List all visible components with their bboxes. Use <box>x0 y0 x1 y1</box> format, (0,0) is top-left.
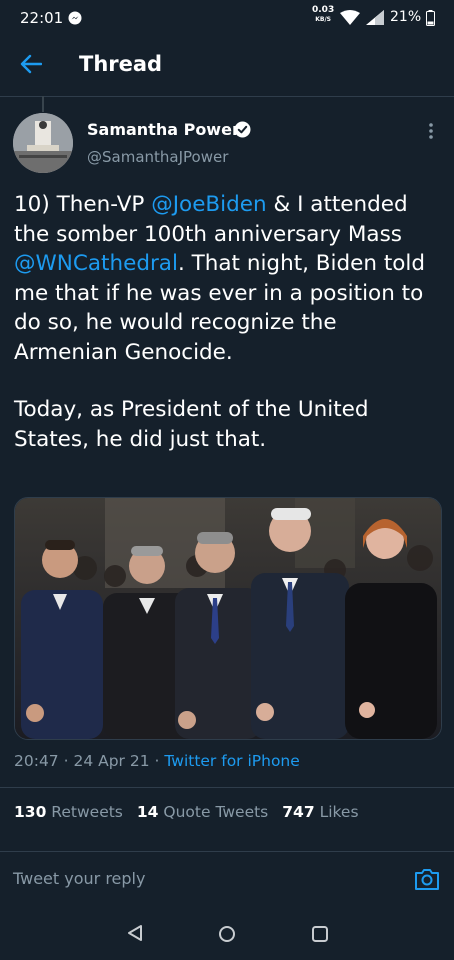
signal-icon <box>366 10 384 29</box>
tweet-time: 20:47 <box>14 752 59 770</box>
back-arrow-icon[interactable] <box>20 54 43 78</box>
system-nav-bar <box>0 906 454 960</box>
page-title: Thread <box>79 52 163 76</box>
author-name[interactable]: Samantha Power <box>87 120 240 139</box>
divider <box>0 787 454 788</box>
tweet-text: 10) Then-VP @JoeBiden & I attended the s… <box>14 190 444 454</box>
tweet-date: 24 Apr 21 <box>73 752 150 770</box>
mention-wncathedral[interactable]: @WNCathedral <box>14 251 178 276</box>
status-bar: 22:01 0.03 KB/S 21% <box>0 0 454 34</box>
thread-connector-line <box>42 96 44 112</box>
battery-icon <box>426 10 435 30</box>
tweet-photo[interactable] <box>14 497 442 740</box>
verified-badge-icon <box>234 121 251 142</box>
tweet-source-link[interactable]: Twitter for iPhone <box>164 752 299 770</box>
header: Thread <box>0 34 454 97</box>
status-time: 22:01 <box>20 9 64 27</box>
more-options-icon[interactable] <box>428 122 434 144</box>
network-speed: 0.03 KB/S <box>312 5 335 24</box>
divider <box>0 851 454 852</box>
camera-icon[interactable] <box>414 867 440 895</box>
tweet-paragraph-1: 10) Then-VP @JoeBiden & I attended the s… <box>14 192 426 365</box>
reply-input[interactable]: Tweet your reply <box>13 869 145 888</box>
author-handle[interactable]: @SamanthaJPower <box>87 148 228 166</box>
mention-joebiden[interactable]: @JoeBiden <box>151 192 266 217</box>
avatar[interactable] <box>13 113 73 173</box>
battery-percent: 21% <box>390 9 422 25</box>
nav-recent-apps-icon[interactable] <box>311 925 329 947</box>
tweet-stats: 130 Retweets 14 Quote Tweets 747 Likes <box>14 803 359 821</box>
likes-stat[interactable]: 747 Likes <box>282 803 358 821</box>
tweet-paragraph-2: Today, as President of the United States… <box>14 397 369 452</box>
nav-back-icon[interactable] <box>127 924 143 946</box>
retweets-stat[interactable]: 130 Retweets <box>14 803 123 821</box>
tweet-meta: 20:47 · 24 Apr 21 · Twitter for iPhone <box>14 752 300 770</box>
nav-home-icon[interactable] <box>218 925 236 947</box>
quote-tweets-stat[interactable]: 14 Quote Tweets <box>137 803 268 821</box>
messenger-icon <box>68 10 82 29</box>
wifi-icon <box>340 10 360 29</box>
